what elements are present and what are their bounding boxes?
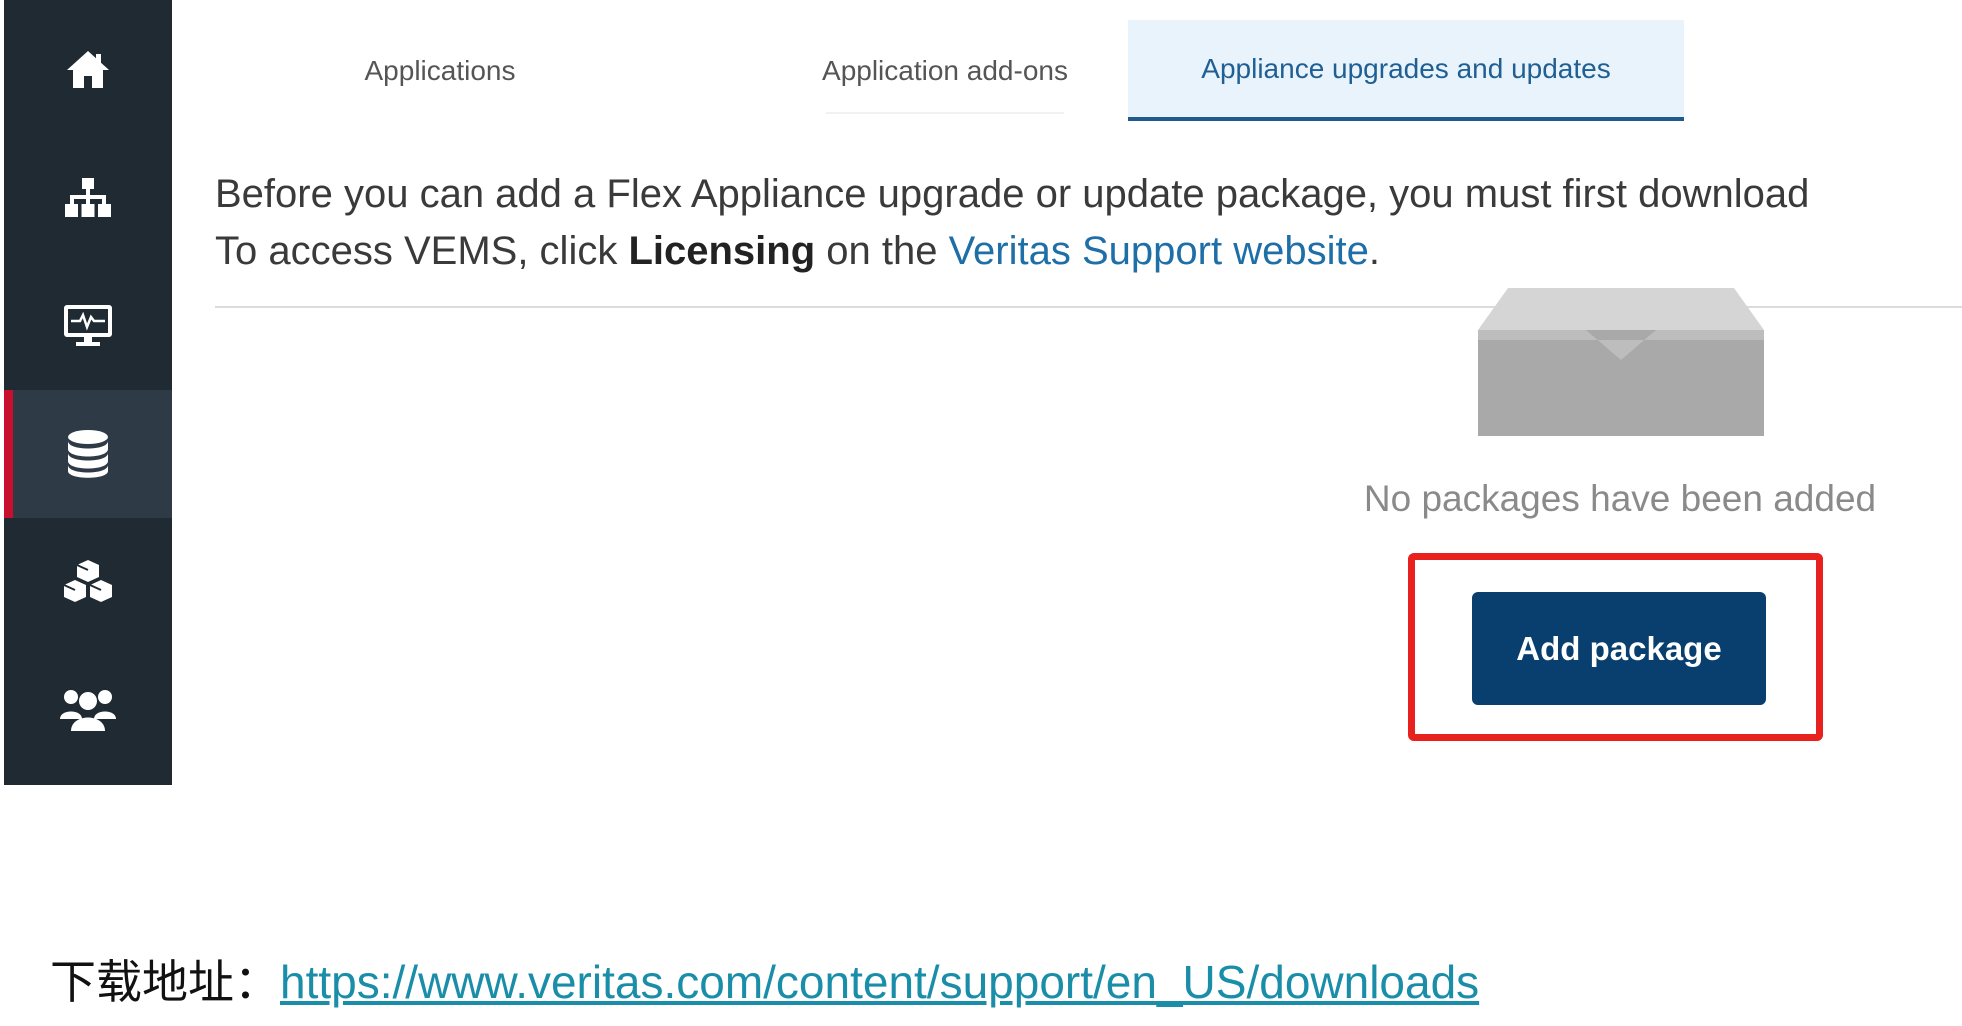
description-text: To access VEMS, click [215,229,629,273]
cubes-icon [63,560,112,602]
sidebar-item-users[interactable] [4,646,172,774]
empty-state-message: No packages have been added [1363,478,1877,519]
database-icon [68,430,108,478]
tab-appliance-upgrades[interactable]: Appliance upgrades and updates [1128,20,1684,121]
add-package-button[interactable]: Add package [1472,592,1766,705]
description: Before you can add a Flex Appliance upgr… [215,166,1809,280]
veritas-support-link[interactable]: Veritas Support website [949,229,1369,273]
sidebar [4,0,172,785]
description-line-1: Before you can add a Flex Appliance upgr… [215,172,1810,216]
home-icon [67,51,109,88]
users-icon [60,690,116,731]
description-text: on the [815,229,949,273]
sidebar-item-monitor[interactable] [4,262,172,390]
tab-label: Application add-ons [822,54,1068,86]
tab-applications[interactable]: Applications [290,20,590,121]
sidebar-item-database[interactable] [4,390,172,518]
monitor-icon [64,305,112,346]
empty-tray-icon [1478,288,1764,441]
page: Applications Application add-ons Applian… [0,0,1962,1026]
download-link[interactable]: https://www.veritas.com/content/support/… [280,956,1479,1008]
sidebar-item-home[interactable] [4,6,172,134]
description-text: . [1368,229,1380,273]
licensing-label: Licensing [628,229,816,273]
tab-label: Applications [364,54,516,86]
sidebar-item-packages[interactable] [4,518,172,646]
hierarchy-icon [65,178,111,217]
tab-application-add-ons[interactable]: Application add-ons [720,20,1170,121]
download-line: 下载地址：https://www.veritas.com/content/sup… [50,946,1479,1012]
download-label: 下载地址： [50,955,280,1009]
description-line-2: To access VEMS, click Licensing on the V… [215,223,1809,280]
tab-label: Appliance upgrades and updates [1201,52,1611,84]
sidebar-item-hierarchy[interactable] [4,134,172,262]
tab-divider [826,112,1064,114]
